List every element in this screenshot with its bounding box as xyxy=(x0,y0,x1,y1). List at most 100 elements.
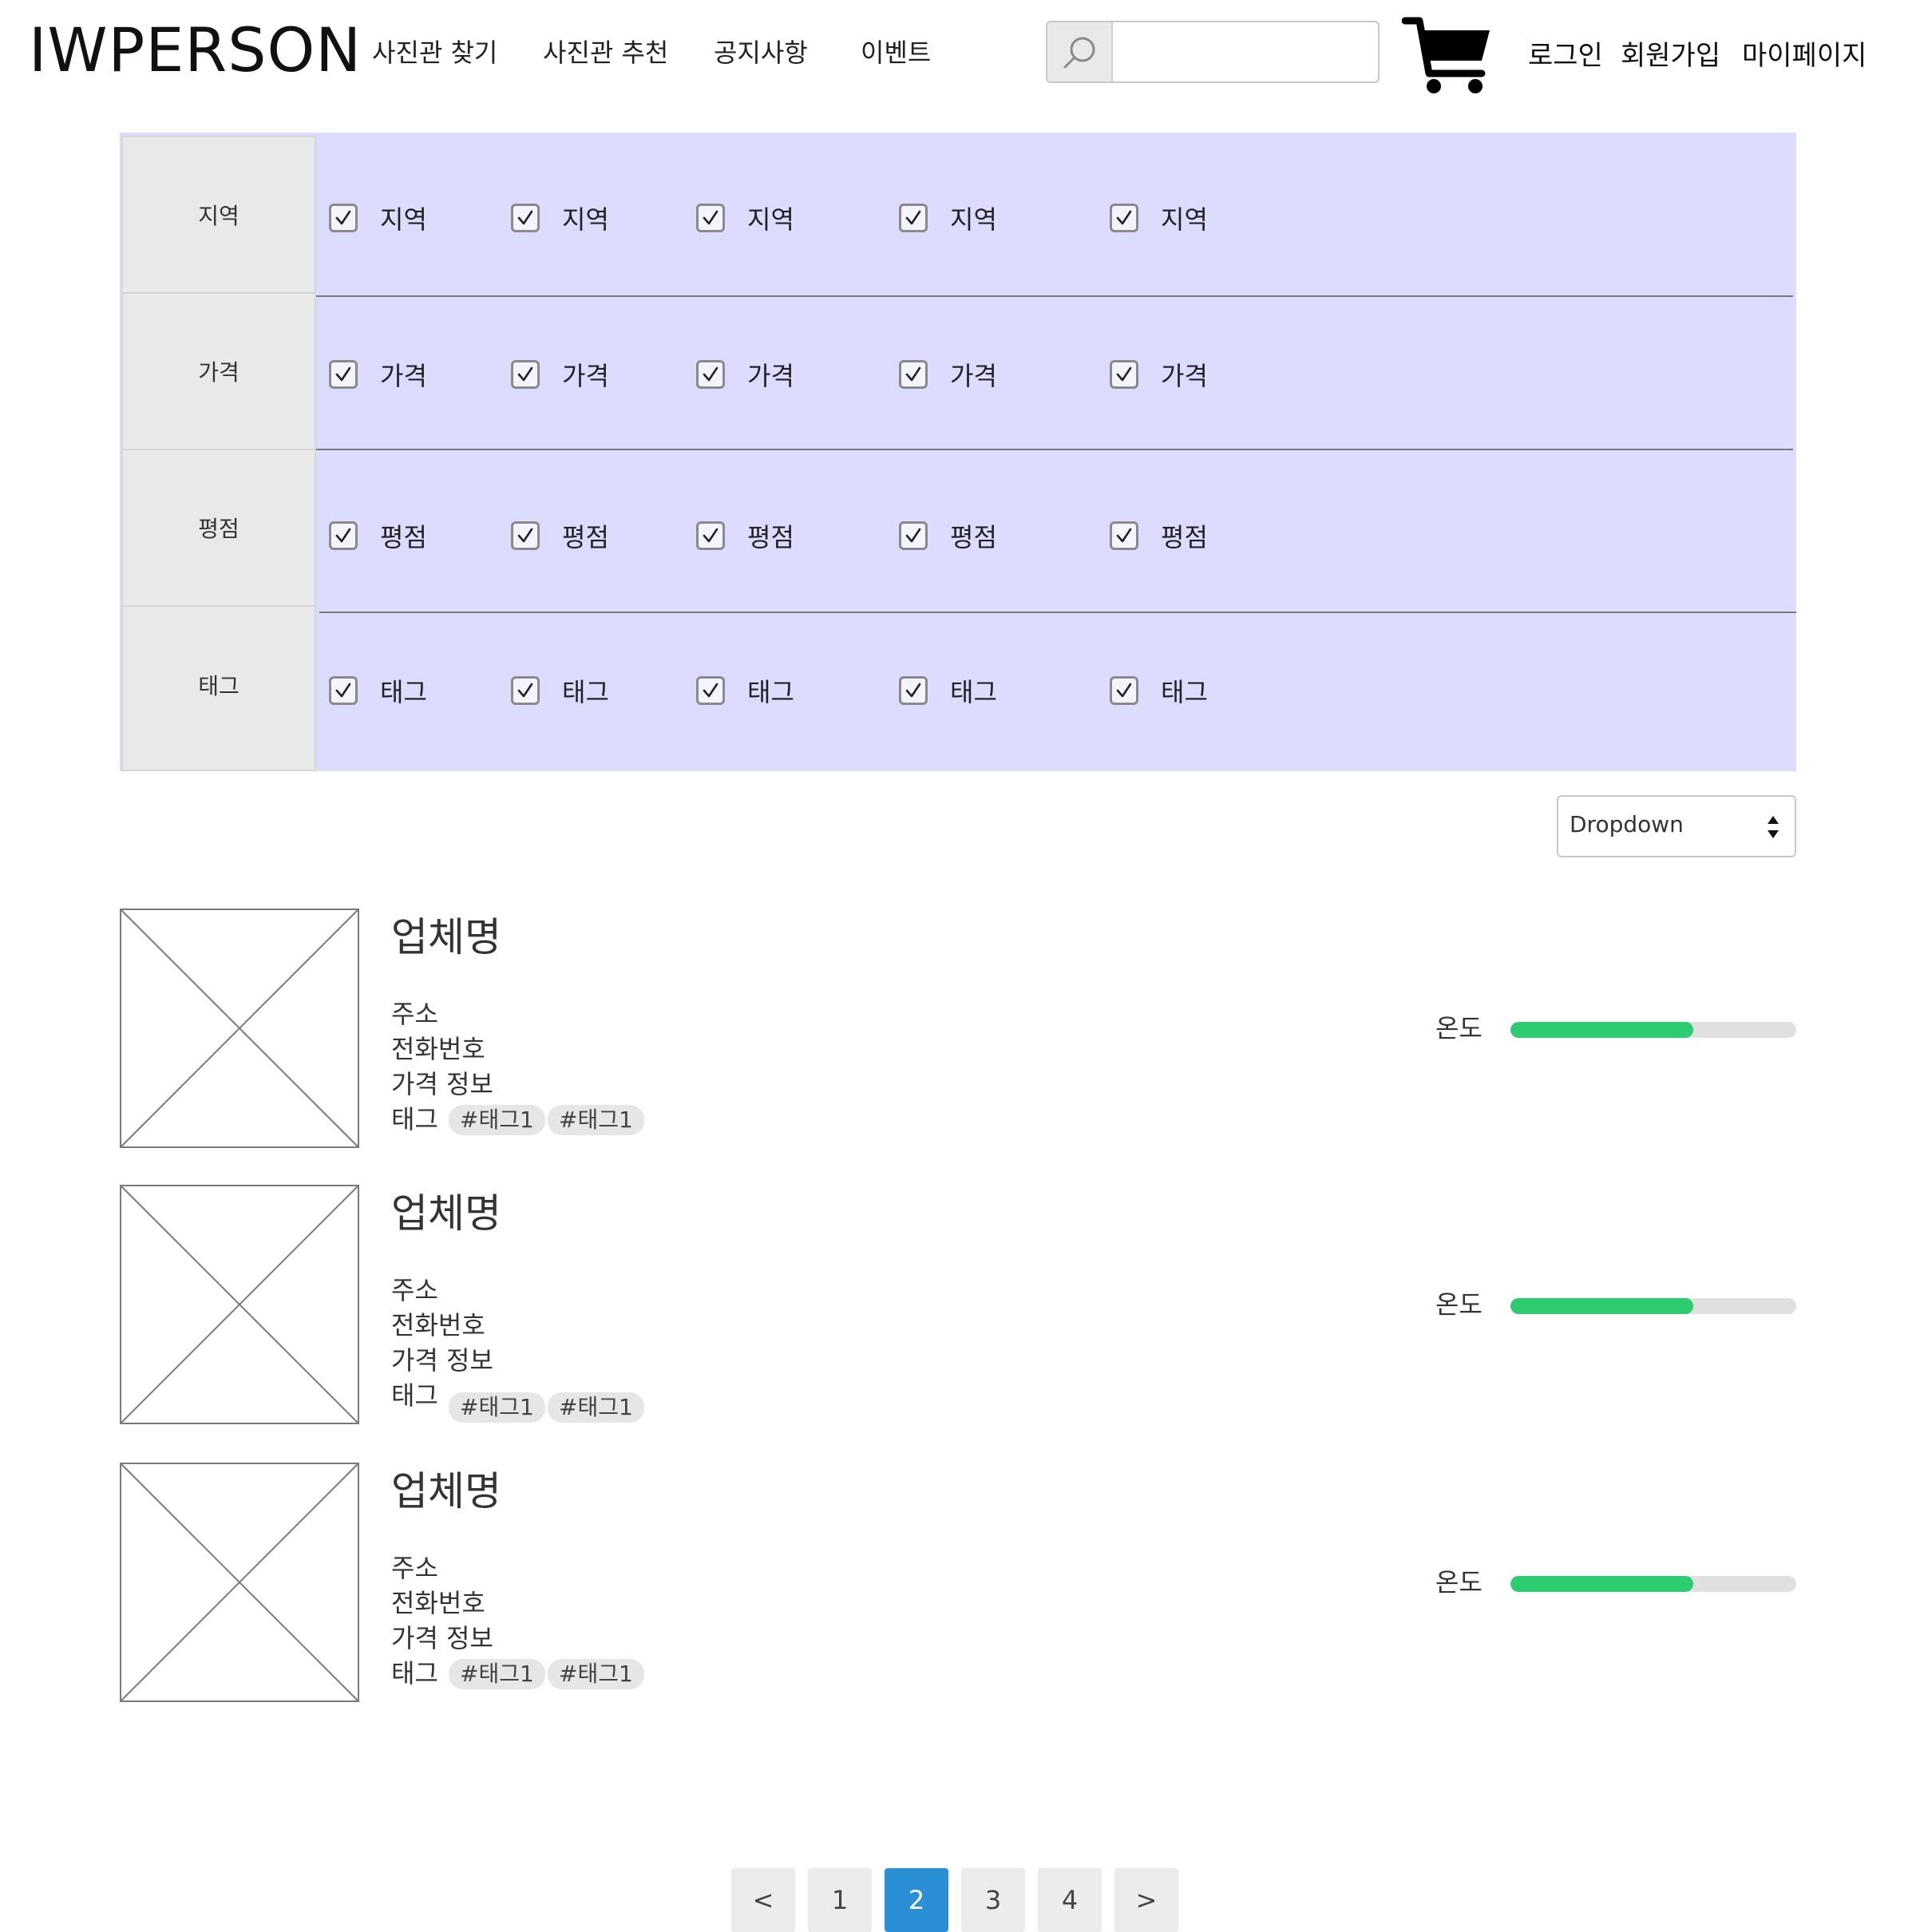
temperature-bar-fill xyxy=(1510,1022,1694,1038)
listing-card[interactable]: 업체명 주소 전화번호 가격 정보 태그 #태그1 #태그1 온도 xyxy=(120,1185,1796,1424)
image-placeholder-icon[interactable] xyxy=(120,1185,359,1424)
checkbox[interactable] xyxy=(329,676,358,705)
cart-button[interactable] xyxy=(1401,16,1493,96)
tag-chip[interactable]: #태그1 xyxy=(548,1659,644,1689)
checkbox[interactable] xyxy=(329,521,358,550)
listing-card[interactable]: 업체명 주소 전화번호 가격 정보 태그 #태그1 #태그1 온도 xyxy=(120,1463,1796,1702)
filter-option-label: 평점 xyxy=(562,522,609,552)
filter-label-tag: 태그 xyxy=(198,673,240,699)
temperature-bar xyxy=(1510,1576,1796,1592)
nav-notices[interactable]: 공지사항 xyxy=(714,35,808,70)
sort-dropdown-value: Dropdown xyxy=(1570,811,1684,837)
listing-name[interactable]: 업체명 xyxy=(391,1190,501,1237)
pagination-next[interactable]: > xyxy=(1114,1868,1178,1932)
filter-option-label: 지역 xyxy=(950,204,997,235)
checkbox[interactable] xyxy=(1110,204,1138,232)
filter-label-rating: 평점 xyxy=(123,450,315,607)
filter-option-label: 가격 xyxy=(1161,361,1208,391)
filter-option-price[interactable]: 가격 xyxy=(696,356,794,393)
checkbox[interactable] xyxy=(899,360,928,389)
listing-address: 주소 xyxy=(391,1275,438,1305)
search-button[interactable] xyxy=(1047,22,1113,81)
listing-name[interactable]: 업체명 xyxy=(391,1467,501,1515)
logo[interactable]: IWPERSON xyxy=(29,14,362,86)
filter-option-price[interactable]: 가격 xyxy=(1110,356,1208,393)
pagination-prev[interactable]: < xyxy=(731,1868,795,1932)
filter-option-label: 지역 xyxy=(1161,204,1208,235)
filter-option-label: 평점 xyxy=(747,522,794,552)
checkbox[interactable] xyxy=(1110,360,1138,389)
checkbox[interactable] xyxy=(329,360,358,389)
search-input[interactable] xyxy=(1113,22,1376,81)
search-icon xyxy=(1063,37,1095,69)
tag-chip[interactable]: #태그1 xyxy=(449,1659,545,1689)
checkbox[interactable] xyxy=(696,521,725,550)
login-link[interactable]: 로그인 xyxy=(1528,38,1603,73)
filter-option-rating[interactable]: 평점 xyxy=(899,517,997,554)
checkbox[interactable] xyxy=(511,521,540,550)
pagination-page-1[interactable]: 1 xyxy=(808,1868,872,1932)
filter-option-price[interactable]: 가격 xyxy=(899,356,997,393)
pagination-page-4[interactable]: 4 xyxy=(1038,1868,1102,1932)
nav-find-studio[interactable]: 사진관 찾기 xyxy=(372,35,497,70)
listing-name[interactable]: 업체명 xyxy=(391,913,501,961)
filter-option-tag[interactable]: 태그 xyxy=(329,672,427,709)
tag-chip[interactable]: #태그1 xyxy=(449,1392,545,1423)
filter-option-label: 가격 xyxy=(950,361,997,391)
filter-option-region[interactable]: 지역 xyxy=(899,200,997,236)
checkbox[interactable] xyxy=(511,204,540,232)
checkbox[interactable] xyxy=(696,360,725,389)
checkmark-icon xyxy=(517,683,533,698)
filter-option-region[interactable]: 지역 xyxy=(1110,200,1208,236)
filter-label-region: 지역 xyxy=(123,137,315,294)
checkbox[interactable] xyxy=(696,676,725,705)
checkbox[interactable] xyxy=(899,521,928,550)
filter-option-price[interactable]: 가격 xyxy=(329,356,427,393)
filter-option-label: 가격 xyxy=(747,361,794,391)
signup-link[interactable]: 회원가입 xyxy=(1621,38,1720,73)
sort-dropdown[interactable]: Dropdown xyxy=(1557,795,1796,857)
checkbox[interactable] xyxy=(511,676,540,705)
filter-option-rating[interactable]: 평점 xyxy=(1110,517,1208,554)
checkbox[interactable] xyxy=(1110,676,1138,705)
filter-option-label: 태그 xyxy=(950,677,997,707)
filter-option-tag[interactable]: 태그 xyxy=(1110,672,1208,709)
nav-events[interactable]: 이벤트 xyxy=(861,35,931,70)
filter-option-tag[interactable]: 태그 xyxy=(696,672,794,709)
mypage-link[interactable]: 마이페이지 xyxy=(1742,38,1867,73)
checkbox[interactable] xyxy=(899,676,928,705)
listing-phone: 전화번호 xyxy=(391,1588,485,1618)
filter-option-tag[interactable]: 태그 xyxy=(511,672,609,709)
filter-option-rating[interactable]: 평점 xyxy=(696,517,794,554)
filter-option-tag[interactable]: 태그 xyxy=(899,672,997,709)
checkbox[interactable] xyxy=(1110,521,1138,550)
tag-chip[interactable]: #태그1 xyxy=(548,1392,644,1423)
filter-option-region[interactable]: 지역 xyxy=(329,200,427,236)
checkmark-icon xyxy=(905,528,921,543)
image-placeholder-icon[interactable] xyxy=(120,909,359,1148)
tag-chip[interactable]: #태그1 xyxy=(449,1105,545,1135)
image-placeholder-icon[interactable] xyxy=(120,1463,359,1702)
filter-option-label: 태그 xyxy=(380,677,427,707)
pagination-page-2[interactable]: 2 xyxy=(885,1868,948,1932)
checkmark-icon xyxy=(1116,528,1132,543)
checkbox[interactable] xyxy=(899,204,928,232)
listing-card[interactable]: 업체명 주소 전화번호 가격 정보 태그 #태그1 #태그1 온도 xyxy=(120,909,1796,1148)
checkbox[interactable] xyxy=(696,204,725,232)
checkbox[interactable] xyxy=(329,204,358,232)
listing-phone: 전화번호 xyxy=(391,1034,485,1064)
filter-option-rating[interactable]: 평점 xyxy=(329,517,427,554)
filter-option-label: 가격 xyxy=(380,361,427,391)
tag-chip[interactable]: #태그1 xyxy=(548,1105,644,1135)
nav-recommend-studio[interactable]: 사진관 추천 xyxy=(543,35,668,70)
filter-option-region[interactable]: 지역 xyxy=(511,200,609,236)
filter-option-price[interactable]: 가격 xyxy=(511,356,609,393)
filter-option-region[interactable]: 지역 xyxy=(696,200,794,236)
listing-price: 가격 정보 xyxy=(391,1623,493,1653)
cart-icon xyxy=(1401,17,1490,93)
checkbox[interactable] xyxy=(511,360,540,389)
checkmark-icon xyxy=(703,683,718,698)
filter-option-rating[interactable]: 평점 xyxy=(511,517,609,554)
filter-option-label: 지역 xyxy=(747,204,794,235)
pagination-page-3[interactable]: 3 xyxy=(961,1868,1025,1932)
